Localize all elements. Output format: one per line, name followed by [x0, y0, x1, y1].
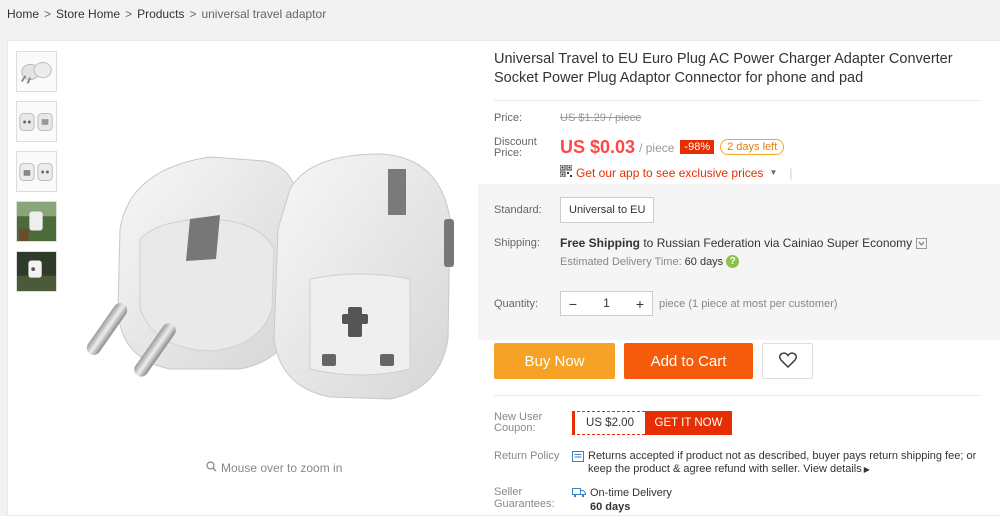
coupon-label: New User Coupon:	[494, 412, 572, 434]
estimated-delivery-days: 60 days	[684, 255, 724, 268]
breadcrumb-home[interactable]: Home	[7, 7, 39, 21]
guarantees-text: On-time Delivery 60 days	[590, 486, 672, 514]
coupon-row: New User Coupon: US $2.00 GET IT NOW	[494, 411, 732, 435]
get-coupon-button[interactable]: GET IT NOW	[645, 411, 732, 435]
coupon-label-line-2: Coupon:	[494, 422, 536, 434]
action-buttons: Buy Now Add to Cart	[494, 343, 813, 379]
thumbnail-4[interactable]	[16, 201, 57, 242]
shipping-text: Free Shipping to Russian Federation via …	[560, 236, 912, 250]
divider	[494, 100, 981, 101]
document-icon	[572, 451, 584, 476]
qr-code-icon	[559, 164, 573, 180]
zoom-hint-text: Mouse over to zoom in	[221, 461, 343, 475]
quantity-row: Quantity: − 1 + piece (1 piece at most p…	[494, 291, 838, 316]
return-policy-label: Return Policy	[494, 450, 560, 462]
standard-option-button[interactable]: Universal to EU	[560, 197, 655, 223]
plus-icon[interactable]: +	[628, 292, 652, 315]
guarantees-label-line-1: Seller	[494, 486, 523, 498]
caret-down-icon: ▼	[769, 168, 778, 177]
quantity-note: piece (1 piece at most per customer)	[659, 297, 838, 310]
truck-icon	[572, 487, 586, 514]
standard-row: Standard: Universal to EU	[494, 197, 655, 223]
product-info: Universal Travel to EU Euro Plug AC Powe…	[478, 50, 1000, 513]
seller-guarantees-row: Seller Guarantees: On-time Delivery 60 d…	[494, 486, 672, 514]
per-unit: / piece	[639, 141, 675, 155]
buy-now-button[interactable]: Buy Now	[494, 343, 615, 379]
magnifier-icon	[206, 461, 217, 475]
breadcrumb: Home > Store Home > Products > universal…	[7, 7, 326, 21]
thumbnail-3[interactable]	[16, 151, 57, 192]
discount-label: Discount Price:	[494, 137, 560, 159]
app-promo-text: Get our app to see exclusive prices	[576, 165, 764, 180]
quantity-label: Quantity:	[494, 297, 539, 310]
time-left-badge: 2 days left	[720, 139, 785, 155]
breadcrumb-current[interactable]: universal travel adaptor	[201, 7, 326, 21]
wishlist-button[interactable]	[762, 343, 813, 379]
discount-row: Discount Price: US $0.03 / piece -98% 2 …	[494, 137, 785, 159]
shipping-row: Shipping: Free Shipping to Russian Feder…	[494, 236, 928, 268]
discount-label-line-2: Price:	[494, 147, 523, 159]
breadcrumb-separator: >	[125, 7, 133, 21]
quantity-stepper: − 1 +	[560, 291, 653, 316]
discount-badge: -98%	[680, 140, 715, 154]
zoom-hint: Mouse over to zoom in	[206, 461, 342, 475]
coupon-value: US $2.00	[572, 411, 645, 435]
thumbnail-2[interactable]	[16, 101, 57, 142]
quantity-input[interactable]: 1	[585, 292, 628, 315]
estimated-delivery-label: Estimated Delivery Time:	[560, 255, 682, 268]
divider	[494, 395, 981, 396]
shipping-dropdown-icon[interactable]	[916, 237, 928, 249]
breadcrumb-separator: >	[44, 7, 52, 21]
thumbnail-1[interactable]	[16, 51, 57, 92]
product-title: Universal Travel to EU Euro Plug AC Powe…	[494, 51, 953, 86]
breadcrumb-store-home[interactable]: Store Home	[56, 7, 120, 21]
add-to-cart-button[interactable]: Add to Cart	[624, 343, 753, 379]
breadcrumb-products[interactable]: Products	[137, 7, 184, 21]
current-price: US $0.03	[560, 137, 636, 157]
shipping-method-text: to Russian Federation via Cainiao Super …	[640, 236, 913, 250]
guarantees-label-line-2: Guarantees:	[494, 498, 555, 510]
product-main-image[interactable]	[60, 69, 476, 469]
breadcrumb-separator: >	[189, 7, 197, 21]
coupon: US $2.00 GET IT NOW	[572, 411, 732, 435]
thumbnail-list	[16, 51, 58, 301]
return-policy-text: Returns accepted if product not as descr…	[588, 450, 983, 476]
divider-bar: |	[789, 165, 793, 180]
price-label: Price:	[494, 112, 523, 124]
shipping-label: Shipping:	[494, 237, 540, 249]
product-panel: Mouse over to zoom in Universal Travel t…	[7, 40, 1000, 516]
help-icon[interactable]: ?	[726, 255, 740, 268]
return-policy-row: Return Policy Returns accepted if produc…	[494, 450, 983, 476]
standard-label: Standard:	[494, 204, 542, 216]
on-time-delivery-text: On-time Delivery	[590, 487, 672, 499]
free-shipping-text: Free Shipping	[560, 236, 641, 250]
view-details-link[interactable]: View details	[803, 463, 862, 475]
original-price: US $1.29 / piece	[560, 112, 642, 124]
caret-right-icon: ▶	[863, 465, 870, 474]
guarantees-label: Seller Guarantees:	[494, 486, 572, 514]
price-row: Price: US $1.29 / piece	[494, 112, 641, 124]
thumbnail-5[interactable]	[16, 251, 57, 292]
heart-icon	[778, 351, 797, 371]
minus-icon[interactable]: −	[561, 292, 585, 315]
return-policy-body: Returns accepted if product not as descr…	[588, 450, 977, 475]
estimated-delivery: Estimated Delivery Time: 60 days ?	[560, 255, 927, 268]
guarantee-days: 60 days	[590, 501, 631, 513]
app-promo[interactable]: Get our app to see exclusive prices ▼ |	[559, 164, 793, 180]
